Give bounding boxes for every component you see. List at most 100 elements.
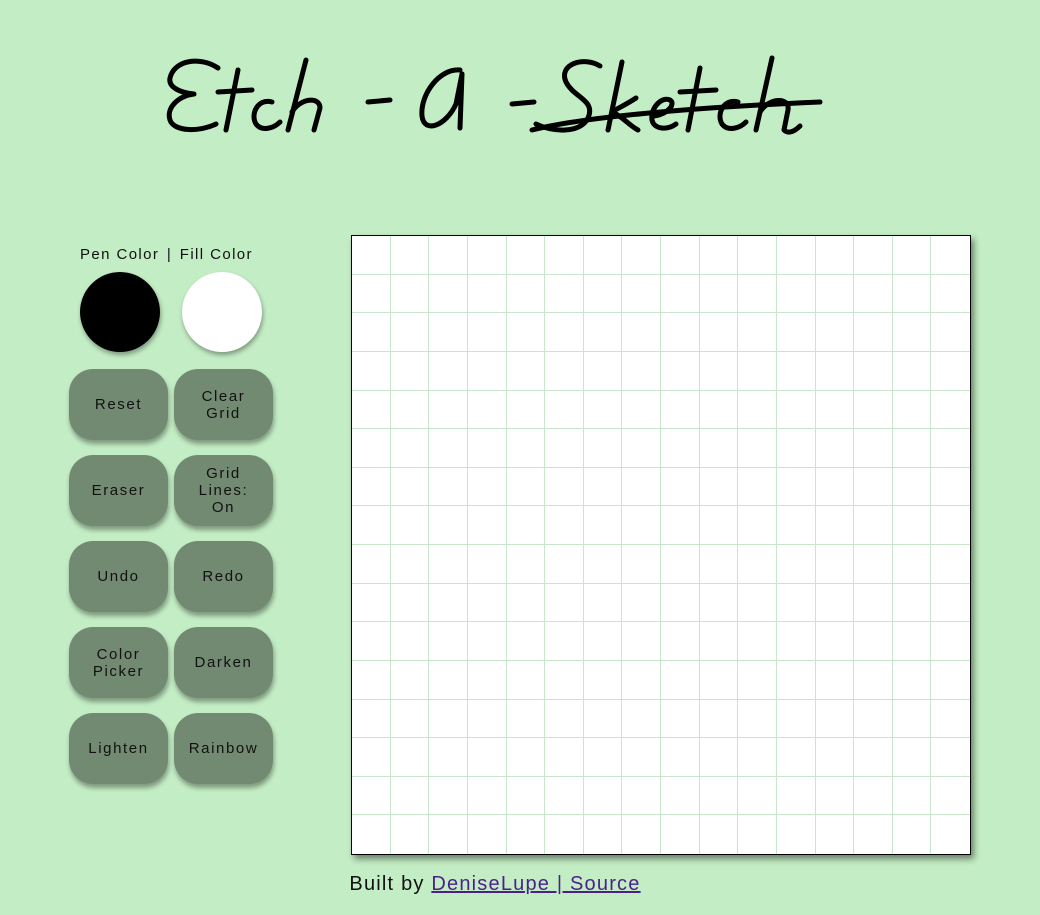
grid-cell[interactable] [545,351,584,391]
grid-cell[interactable] [390,274,430,314]
grid-cell[interactable] [699,236,739,275]
grid-cell[interactable] [815,236,855,275]
grid-cell[interactable] [699,815,739,854]
grid-cell[interactable] [390,506,430,545]
grid-cell[interactable] [699,583,739,623]
grid-cell[interactable] [931,738,970,777]
grid-cell[interactable] [738,313,777,352]
grid-cell[interactable] [738,815,777,854]
grid-cell[interactable] [738,738,777,777]
grid-cell[interactable] [931,351,970,391]
grid-cell[interactable] [738,776,777,816]
grid-cell[interactable] [854,545,893,584]
grid-cell[interactable] [545,429,584,468]
grid-cell[interactable] [583,506,623,545]
grid-cell[interactable] [892,815,932,854]
grid-cell[interactable] [854,390,893,430]
grid-cell[interactable] [583,622,623,661]
rainbow-button[interactable]: Rainbow [174,713,273,784]
grid-cell[interactable] [467,660,507,700]
grid-cell[interactable] [699,313,739,352]
grid-cell[interactable] [622,429,661,468]
grid-cell[interactable] [931,699,970,739]
grid-cell[interactable] [738,622,777,661]
grid-cell[interactable] [390,622,430,661]
grid-cell[interactable] [738,699,777,739]
grid-cell[interactable] [776,429,816,468]
grid-cell[interactable] [931,622,970,661]
grid-cell[interactable] [467,467,507,507]
grid-cell[interactable] [854,236,893,275]
grid-cell[interactable] [699,390,739,430]
source-link[interactable]: DeniseLupe | Source [431,873,640,895]
grid-cell[interactable] [390,545,430,584]
grid-cell[interactable] [390,467,430,507]
grid-cell[interactable] [931,313,970,352]
grid-cell[interactable] [390,738,430,777]
grid-cell[interactable] [429,545,468,584]
grid-cell[interactable] [738,506,777,545]
grid-cell[interactable] [892,351,932,391]
grid-cell[interactable] [815,274,855,314]
grid-cell[interactable] [854,776,893,816]
grid-cell[interactable] [352,236,391,275]
grid-cell[interactable] [429,236,468,275]
grid-cell[interactable] [467,506,507,545]
reset-button[interactable]: Reset [69,369,168,440]
grid-cell[interactable] [622,467,661,507]
grid-cell[interactable] [699,738,739,777]
grid-cell[interactable] [661,429,700,468]
grid-cell[interactable] [429,776,468,816]
grid-cell[interactable] [622,506,661,545]
grid-cell[interactable] [854,506,893,545]
lighten-button[interactable]: Lighten [69,713,168,784]
grid-cell[interactable] [545,815,584,854]
grid-cell[interactable] [776,274,816,314]
grid-cell[interactable] [661,583,700,623]
color-picker-button[interactable]: Color Picker [69,627,168,698]
grid-cell[interactable] [390,815,430,854]
grid-cell[interactable] [854,583,893,623]
grid-cell[interactable] [699,351,739,391]
grid-cell[interactable] [429,622,468,661]
grid-cell[interactable] [506,738,546,777]
grid-cell[interactable] [390,236,430,275]
grid-cell[interactable] [854,815,893,854]
grid-cell[interactable] [622,545,661,584]
grid-cell[interactable] [815,313,855,352]
grid-cell[interactable] [661,545,700,584]
grid-cell[interactable] [545,467,584,507]
grid-cell[interactable] [776,467,816,507]
grid-cell[interactable] [352,506,391,545]
grid-cell[interactable] [583,583,623,623]
grid-cell[interactable] [583,390,623,430]
grid-cell[interactable] [467,351,507,391]
grid-cell[interactable] [467,236,507,275]
grid-cell[interactable] [506,467,546,507]
grid-cell[interactable] [352,583,391,623]
grid-cell[interactable] [661,776,700,816]
grid-cell[interactable] [776,583,816,623]
clear-grid-button[interactable]: Clear Grid [174,369,273,440]
grid-cell[interactable] [352,313,391,352]
grid-cell[interactable] [467,622,507,661]
grid-cell[interactable] [815,351,855,391]
grid-cell[interactable] [506,390,546,430]
grid-cell[interactable] [776,506,816,545]
grid-cell[interactable] [467,776,507,816]
grid-cell[interactable] [815,738,855,777]
grid-cell[interactable] [892,738,932,777]
grid-cell[interactable] [776,622,816,661]
grid-cell[interactable] [622,390,661,430]
grid-cell[interactable] [931,274,970,314]
grid-cell[interactable] [738,429,777,468]
grid-cell[interactable] [776,738,816,777]
grid-cell[interactable] [583,738,623,777]
grid-cell[interactable] [854,660,893,700]
grid-cell[interactable] [661,351,700,391]
grid-cell[interactable] [892,390,932,430]
grid-cell[interactable] [892,429,932,468]
grid-cell[interactable] [815,699,855,739]
grid-cell[interactable] [661,738,700,777]
grid-cell[interactable] [583,467,623,507]
